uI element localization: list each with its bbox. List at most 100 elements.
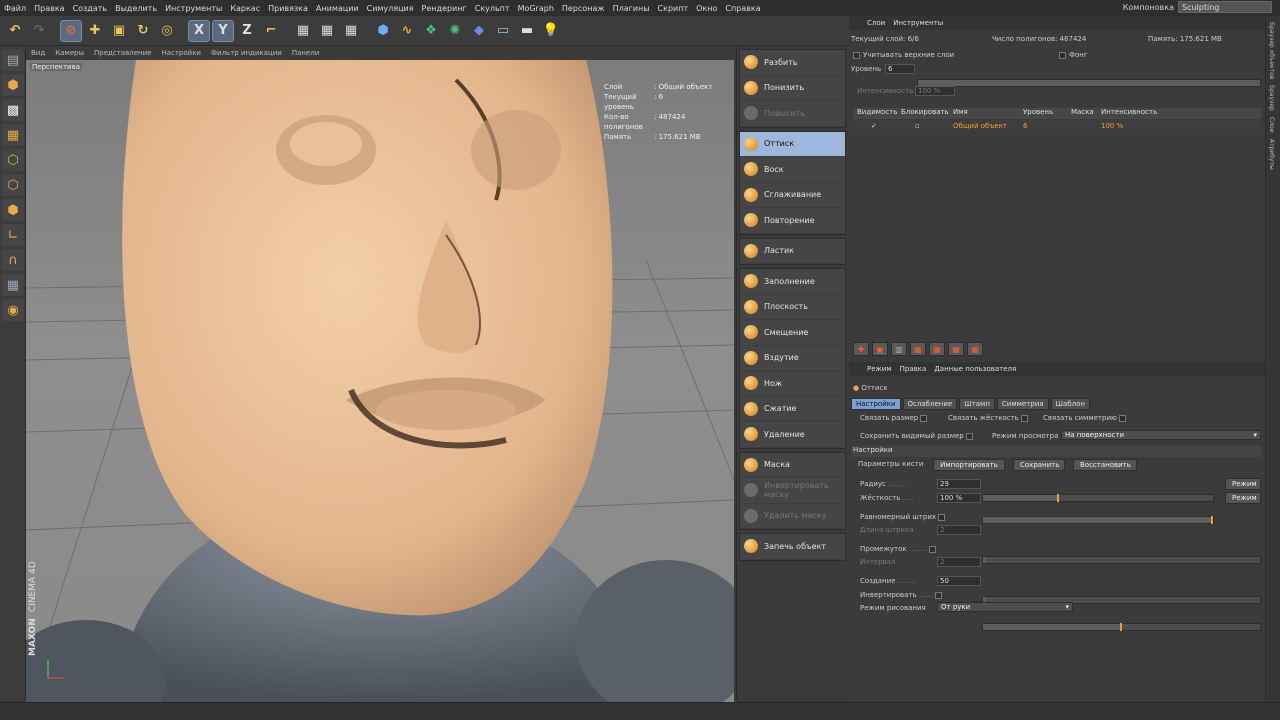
tab-stamp[interactable]: Штамп <box>959 398 995 410</box>
intensity-input[interactable]: 100 % <box>915 86 955 96</box>
brush-tool[interactable]: Повысить <box>740 101 845 127</box>
visibility-check-icon[interactable]: ✓ <box>853 122 897 130</box>
menu-item[interactable]: Инструменты <box>161 4 226 13</box>
layout-selector[interactable]: Компоновка Sculpting <box>1123 1 1272 13</box>
menu-item[interactable]: MoGraph <box>514 4 558 13</box>
even-stroke-checkbox[interactable] <box>938 513 946 521</box>
consider-upper-checkbox[interactable] <box>853 51 860 59</box>
menu-item[interactable]: Файл <box>0 4 30 13</box>
viewport-menu-item[interactable]: Панели <box>287 49 324 57</box>
layer-row[interactable]: ✓ ▫ Общий объект 6 100 % <box>853 120 1261 132</box>
keep-visible-option[interactable]: Сохранить видимый размер <box>860 432 976 440</box>
link-hardness-checkbox[interactable] <box>1021 414 1028 422</box>
brush-tool[interactable]: Удаление <box>740 422 845 448</box>
viewport-menu-item[interactable]: Вид <box>26 49 50 57</box>
snap-icon[interactable]: ∩ <box>2 249 24 271</box>
menu-mode[interactable]: Режим <box>867 365 892 373</box>
invert-checkbox[interactable] <box>934 591 942 599</box>
level-input[interactable]: 6 <box>885 64 915 74</box>
save-button[interactable]: Сохранить <box>1013 459 1065 471</box>
restore-button[interactable]: Восстановить <box>1073 459 1137 471</box>
stroke-length-input[interactable]: 2 <box>937 525 981 535</box>
radius-slider[interactable] <box>982 494 1214 502</box>
menu-item[interactable]: Симуляция <box>363 4 418 13</box>
view-mode-dropdown[interactable]: На поверхности ▾ <box>1061 430 1261 440</box>
viewport-menu-item[interactable]: Настройки <box>156 49 206 57</box>
scene-icon[interactable]: ▭ <box>492 20 514 42</box>
phong-checkbox[interactable] <box>1059 51 1066 59</box>
cube-icon[interactable]: ⬢ <box>372 20 394 42</box>
edges-mode-icon[interactable]: ⬡ <box>2 174 24 196</box>
array-icon[interactable]: ✺ <box>444 20 466 42</box>
brush-tool[interactable]: Смещение <box>740 320 845 346</box>
brush-tool[interactable]: Оттиск <box>740 131 845 157</box>
radius-mode-button[interactable]: Режим <box>1225 478 1261 490</box>
tab-symmetry[interactable]: Симметрия <box>996 398 1049 410</box>
brush-tool[interactable]: Нож <box>740 371 845 397</box>
consider-upper-option[interactable]: Учитывать верхние слои <box>853 51 954 59</box>
side-tab[interactable]: Браузер объектов <box>1268 22 1275 79</box>
scale-icon[interactable]: ▣ <box>108 20 130 42</box>
tab-falloff[interactable]: Ослабление <box>902 398 958 410</box>
menu-item[interactable]: Скульпт <box>471 4 514 13</box>
model-mode-icon[interactable]: ⬢ <box>2 74 24 96</box>
menu-item[interactable]: Персонаж <box>558 4 609 13</box>
side-tab[interactable]: Атрибуты <box>1268 139 1275 170</box>
hardness-mode-button[interactable]: Режим <box>1225 492 1261 504</box>
texture-mode-icon[interactable]: ▩ <box>2 99 24 121</box>
brush-tool[interactable]: Сжатие <box>740 397 845 422</box>
link-size-checkbox[interactable] <box>920 414 928 422</box>
link-hardness-option[interactable]: Связать жёсткость <box>948 414 1031 422</box>
menu-item[interactable]: Привязка <box>264 4 312 13</box>
invert-option[interactable]: Инвертировать ...... <box>860 591 945 599</box>
render-settings-icon[interactable]: ▦ <box>340 20 362 42</box>
radius-input[interactable]: 29 <box>937 479 981 489</box>
phong-option[interactable]: Фонг <box>1059 51 1088 59</box>
brush-tool[interactable]: Маска <box>740 453 845 478</box>
tab-settings[interactable]: Настройки <box>851 398 901 410</box>
menu-edit[interactable]: Правка <box>900 365 927 373</box>
menu-item[interactable]: Каркас <box>226 4 264 13</box>
brush-tool[interactable]: Вздутие <box>740 346 845 371</box>
brush-tool[interactable]: Воск <box>740 157 845 183</box>
make-editable-icon[interactable]: ▤ <box>2 49 24 71</box>
workplane-icon[interactable]: ▦ <box>2 124 24 146</box>
hardness-slider[interactable] <box>982 516 1214 524</box>
move-icon[interactable]: ✚ <box>84 20 106 42</box>
menu-item[interactable]: Окно <box>692 4 721 13</box>
menu-item[interactable]: Правка <box>30 4 68 13</box>
menu-item[interactable]: Создать <box>69 4 112 13</box>
redo-icon[interactable]: ↷ <box>28 20 50 42</box>
mask-layer-icon[interactable]: ▥ <box>891 342 907 356</box>
level-slider[interactable] <box>917 79 1261 87</box>
hardness-input[interactable]: 100 % <box>937 493 981 503</box>
stroke-length-slider[interactable] <box>982 556 1261 564</box>
brush-tool[interactable]: Заполнение <box>740 269 845 295</box>
layout-dropdown[interactable]: Sculpting <box>1178 1 1272 13</box>
copy-layer-icon[interactable]: ▦ <box>929 342 945 356</box>
brush-tool[interactable]: Понизить <box>740 76 845 101</box>
gap-option[interactable]: Промежуток ........ <box>860 545 939 553</box>
menu-item[interactable]: Справка <box>721 4 764 13</box>
viewport-menu-item[interactable]: Камеры <box>50 49 89 57</box>
menu-user-data[interactable]: Данные пользователя <box>934 365 1016 373</box>
brush-tool[interactable]: Разбить <box>740 50 845 76</box>
even-stroke-option[interactable]: Равномерный штрих <box>860 513 948 521</box>
viewport-menu-item[interactable]: Представление <box>89 49 156 57</box>
draw-mode-dropdown[interactable]: От руки ▾ <box>937 602 1073 612</box>
viewport-menu-item[interactable]: Фильтр индикации <box>206 49 287 57</box>
split-layer-icon[interactable]: ▦ <box>948 342 964 356</box>
brush-tool[interactable]: Повторение <box>740 208 845 234</box>
sculpt-tool-icon[interactable]: ◉ <box>2 299 24 321</box>
create-slider[interactable] <box>982 623 1261 631</box>
interval-input[interactable]: 2 <box>937 557 981 567</box>
brush-tool[interactable]: Сглаживание <box>740 183 845 208</box>
gap-checkbox[interactable] <box>928 545 936 553</box>
menu-item[interactable]: Плагины <box>609 4 654 13</box>
side-tab[interactable]: Браузер <box>1268 85 1275 111</box>
brush-tool[interactable]: Плоскость <box>740 295 845 320</box>
light-icon[interactable]: 💡 <box>540 20 562 42</box>
camera-icon[interactable]: ▬ <box>516 20 538 42</box>
render-picture-viewer-icon[interactable]: ▦ <box>316 20 338 42</box>
axis-y-button[interactable]: Y <box>212 19 234 42</box>
